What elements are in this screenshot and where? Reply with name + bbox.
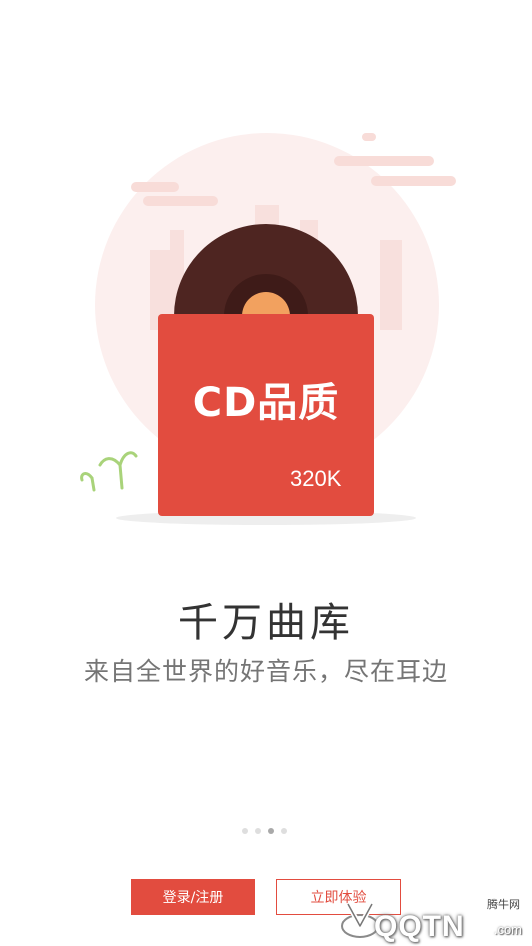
page-dot bbox=[255, 828, 261, 834]
watermark-logo-text: QQTN bbox=[374, 910, 465, 943]
watermark: 腾牛网 QQTN .com bbox=[320, 892, 532, 946]
hero-illustration: CD品质 320K bbox=[0, 0, 532, 560]
sprout-icon bbox=[80, 451, 138, 492]
page-dot bbox=[242, 828, 248, 834]
page-subtitle: 来自全世界的好音乐，尽在耳边 bbox=[83, 657, 448, 686]
watermark-site-name: 腾牛网 bbox=[487, 898, 520, 911]
page-dot bbox=[281, 828, 287, 834]
page-indicator bbox=[242, 828, 287, 834]
page-title: 千万曲库 bbox=[178, 600, 354, 646]
cd-quality-title: CD品质 bbox=[192, 380, 340, 426]
login-register-button[interactable]: 登录/注册 bbox=[131, 879, 255, 915]
page-dot-active bbox=[268, 828, 274, 834]
cd-quality-illustration bbox=[80, 133, 456, 525]
watermark-domain: .com bbox=[493, 922, 522, 937]
bitrate-label: 320K bbox=[290, 466, 342, 491]
